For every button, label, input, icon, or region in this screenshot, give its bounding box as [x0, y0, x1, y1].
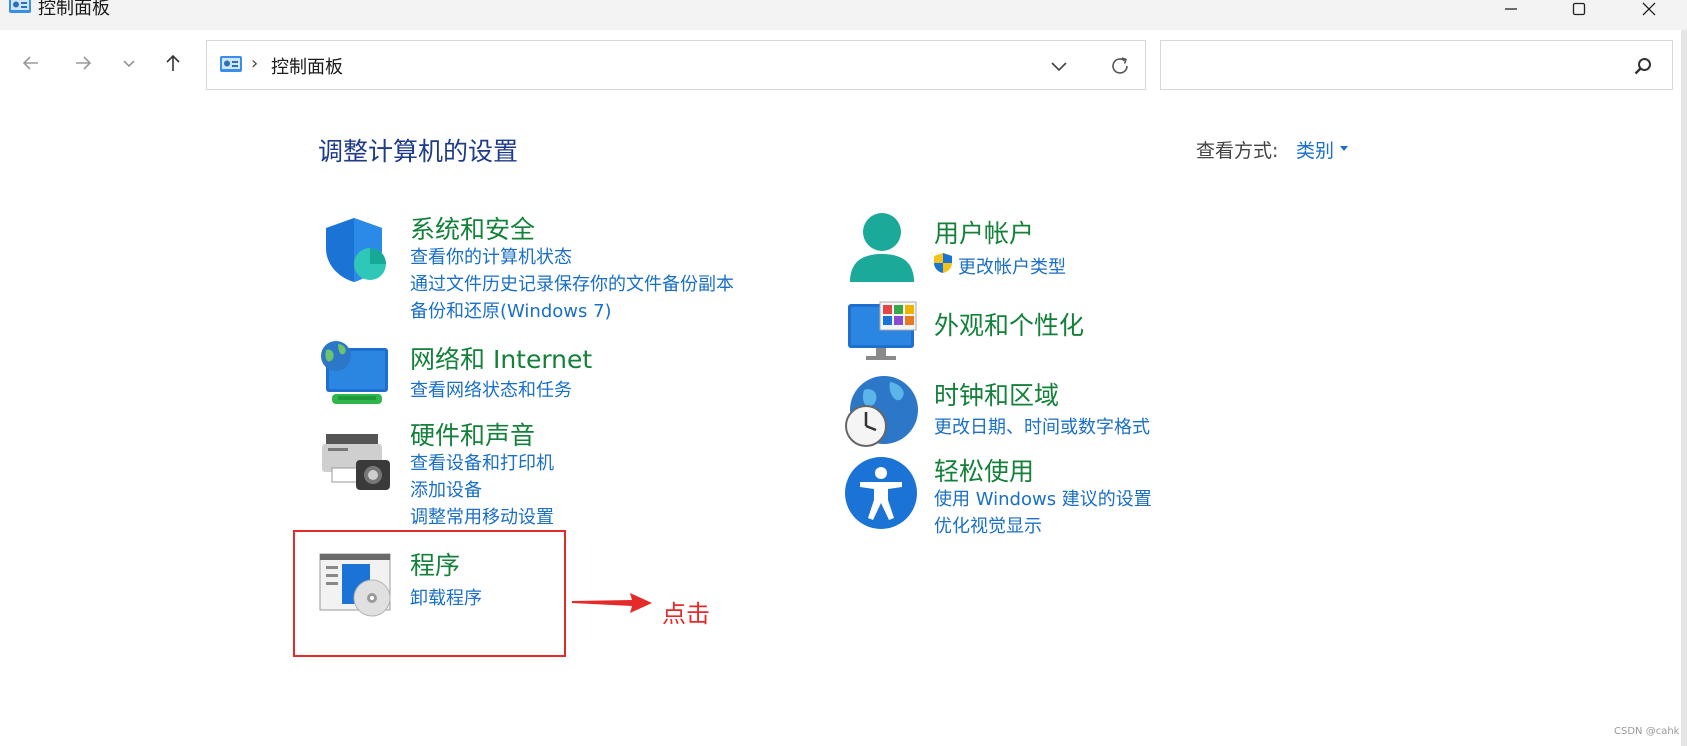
search-input[interactable]	[1160, 40, 1673, 90]
title-bar: 控制面板	[0, 0, 1687, 30]
file-history-link[interactable]: 通过文件历史记录保存你的文件备份副本	[410, 270, 734, 296]
change-date-time-link[interactable]: 更改日期、时间或数字格式	[934, 413, 1150, 439]
appearance-title[interactable]: 外观和个性化	[934, 306, 1084, 342]
view-devices-printers-link[interactable]: 查看设备和打印机	[410, 449, 554, 475]
uac-shield-icon	[934, 253, 952, 273]
network-globe-icon[interactable]	[318, 338, 390, 408]
add-device-link[interactable]: 添加设备	[410, 476, 482, 502]
highlight-box	[293, 530, 566, 657]
arrow-left-icon	[22, 56, 38, 70]
refresh-icon[interactable]	[1107, 53, 1133, 79]
view-computer-status-link[interactable]: 查看你的计算机状态	[410, 243, 572, 269]
up-button[interactable]	[158, 48, 188, 78]
address-bar[interactable]: › 控制面板	[206, 40, 1146, 90]
ease-of-access-title[interactable]: 轻松使用	[934, 452, 1034, 488]
mobility-settings-link[interactable]: 调整常用移动设置	[410, 503, 554, 529]
user-accounts-title[interactable]: 用户帐户	[934, 214, 1034, 250]
search-icon	[1634, 58, 1651, 75]
backup-restore-link[interactable]: 备份和还原(Windows 7)	[410, 297, 612, 323]
breadcrumb-separator: ›	[251, 53, 259, 74]
chevron-down-icon[interactable]	[1047, 54, 1071, 78]
view-by-dropdown[interactable]: 类别	[1296, 136, 1334, 163]
watermark: CSDN @cahk	[1614, 726, 1680, 737]
annotation-text: 点击	[662, 600, 710, 628]
control-panel-icon	[220, 56, 242, 72]
arrow-right-icon	[76, 56, 92, 70]
appearance-monitor-icon[interactable]	[846, 300, 918, 362]
recommended-settings-link[interactable]: 使用 Windows 建议的设置	[934, 485, 1152, 511]
view-by-label: 查看方式:	[1196, 140, 1279, 162]
window-title: 控制面板	[38, 0, 110, 19]
recent-locations-button[interactable]	[114, 48, 144, 78]
system-security-title[interactable]: 系统和安全	[410, 210, 535, 246]
caret-down-icon[interactable]	[1340, 146, 1348, 151]
optimize-display-link[interactable]: 优化视觉显示	[934, 512, 1042, 538]
network-internet-title[interactable]: 网络和 Internet	[410, 340, 592, 376]
maximize-icon	[1572, 2, 1586, 16]
breadcrumb-control-panel[interactable]: 控制面板	[271, 53, 343, 79]
user-account-icon[interactable]	[846, 212, 918, 288]
printer-camera-icon[interactable]	[320, 432, 392, 494]
change-account-type-link[interactable]: 更改帐户类型	[958, 253, 1066, 279]
control-panel-icon	[9, 0, 31, 13]
arrow-up-icon	[166, 54, 180, 71]
chevron-down-icon	[123, 60, 135, 68]
clock-region-title[interactable]: 时钟和区域	[934, 376, 1059, 412]
close-button[interactable]	[1624, 0, 1674, 24]
arrow-right-icon	[572, 593, 652, 613]
forward-button[interactable]	[68, 48, 98, 78]
minimize-button[interactable]	[1486, 0, 1536, 24]
back-button[interactable]	[16, 48, 46, 78]
close-icon	[1642, 2, 1656, 16]
minimize-icon	[1505, 8, 1517, 10]
shield-icon[interactable]	[318, 216, 390, 284]
clock-globe-icon[interactable]	[844, 374, 920, 450]
hardware-sound-title[interactable]: 硬件和声音	[410, 416, 535, 452]
maximize-button[interactable]	[1554, 0, 1604, 24]
page-title: 调整计算机的设置	[318, 137, 519, 166]
scrollbar-edge	[1681, 30, 1687, 746]
accessibility-icon[interactable]	[844, 456, 918, 530]
view-network-status-link[interactable]: 查看网络状态和任务	[410, 376, 572, 402]
